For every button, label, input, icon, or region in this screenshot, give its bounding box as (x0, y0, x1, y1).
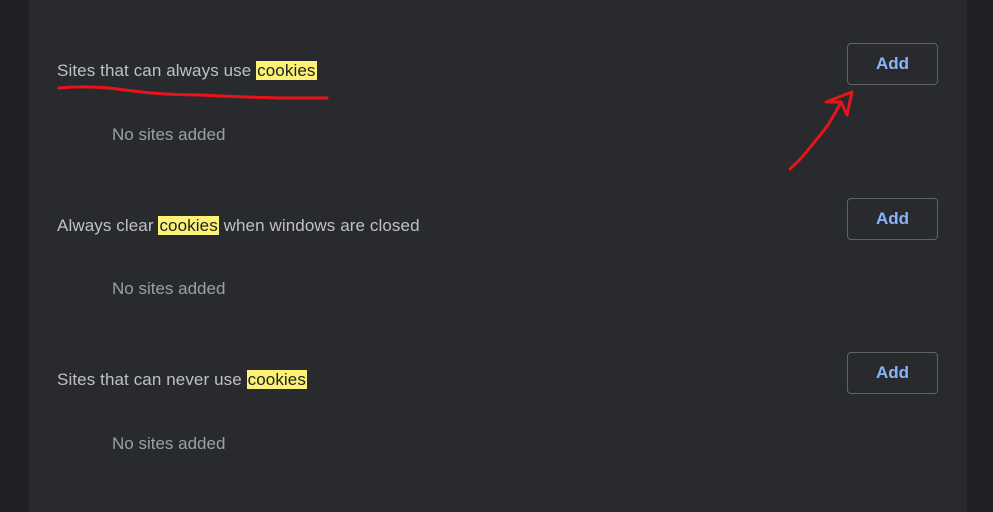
add-clear-on-exit-site-button[interactable]: Add (847, 198, 938, 240)
allow-list-title: Sites that can always use cookies (57, 61, 317, 81)
search-highlight: cookies (246, 370, 307, 389)
title-text: Always clear (57, 216, 159, 235)
clear-on-exit-title: Always clear cookies when windows are cl… (57, 216, 420, 236)
search-highlight: cookies (256, 61, 317, 80)
add-block-site-button[interactable]: Add (847, 352, 938, 394)
block-list-section: Sites that can never use cookies Add No … (29, 309, 967, 459)
search-highlight: cookies (158, 216, 219, 235)
allow-list-empty-message: No sites added (112, 125, 226, 144)
block-list-title: Sites that can never use cookies (57, 370, 307, 390)
add-allow-site-button[interactable]: Add (847, 43, 938, 85)
title-text-after: when windows are closed (218, 216, 420, 235)
settings-page: Sites that can always use cookies Add No… (0, 0, 993, 512)
cookie-exceptions-card: Sites that can always use cookies Add No… (29, 0, 967, 512)
title-text: Sites that can never use (57, 370, 247, 389)
title-text: Sites that can always use (57, 61, 257, 80)
clear-on-exit-empty-message: No sites added (112, 279, 226, 298)
allow-list-section: Sites that can always use cookies Add No… (29, 0, 967, 150)
clear-on-exit-section: Always clear cookies when windows are cl… (29, 154, 967, 304)
block-list-empty-message: No sites added (112, 434, 226, 453)
